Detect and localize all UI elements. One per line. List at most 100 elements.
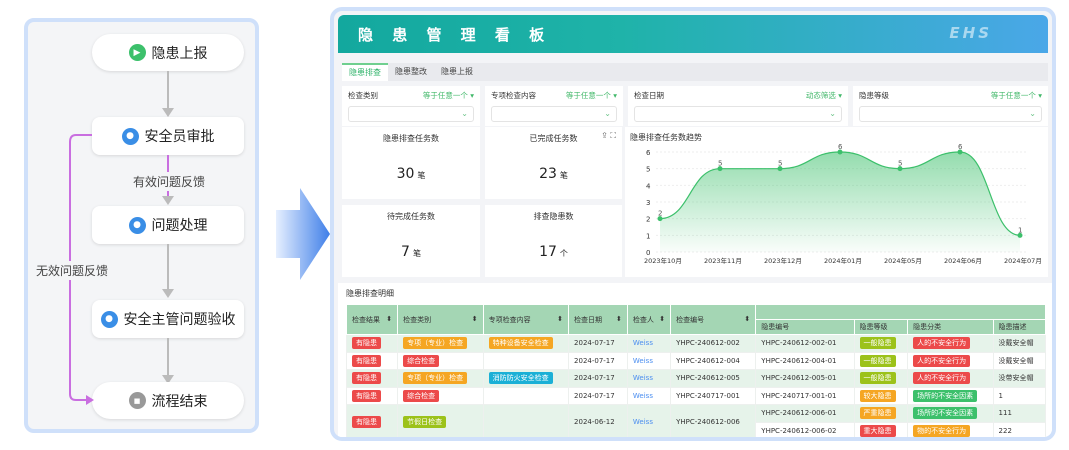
tag: 特种设备安全检查	[488, 337, 553, 350]
tag: 严重隐患	[859, 407, 896, 420]
y-tick-label: 5	[646, 166, 650, 174]
filter-special-content: 专项检查内容 等于任意一个 ▾ ⌄	[485, 86, 623, 126]
inspector-link[interactable]: Weiss	[633, 339, 653, 347]
tag: 人的不安全行为	[913, 337, 971, 350]
column-header[interactable]: 检查类别 ⬍	[397, 304, 484, 335]
column-header[interactable]: 检查编号 ⬍	[670, 304, 757, 335]
y-tick-label: 2	[646, 216, 650, 224]
column-header: 隐患描述	[992, 319, 1047, 335]
tag: 有隐患	[352, 416, 381, 428]
tag: 有隐患	[352, 372, 381, 385]
area-fill	[660, 152, 1020, 252]
tag: 专项（专业）检查	[403, 372, 468, 385]
y-tick-label: 0	[646, 249, 650, 257]
data-label: 6	[958, 143, 963, 151]
column-header[interactable]: 检查日期 ⬍	[568, 304, 628, 335]
tag: 场所的不安全因素	[913, 407, 978, 420]
x-tick-label: 2024年06月	[944, 256, 982, 265]
dashboard-window: 隐 患 管 理 看 板 EHS 隐患排查 隐患整改 隐患上报 检查类别 等于任意一…	[330, 7, 1056, 441]
card-completed-tasks: 已完成任务数 ⇪ ⛶ 23 笔	[485, 127, 622, 199]
table-row[interactable]: 有隐患 节假日检查 2024-06-12 Weiss YHPC-240612-006 YH…	[345, 404, 1047, 437]
tag: 物的不安全行为	[913, 424, 971, 437]
column-header[interactable]: 检查人 ⬍	[626, 304, 672, 335]
tag: 一般隐患	[859, 354, 896, 367]
tag: 场所的不安全因素	[913, 389, 978, 402]
tag: 有隐患	[352, 337, 381, 350]
filter-operator[interactable]: 动态筛选 ▾	[806, 90, 842, 101]
filter-select[interactable]: ⌄	[634, 106, 842, 122]
big-arrow-icon	[276, 188, 330, 280]
filter-category: 检查类别 等于任意一个 ▾ ⌄	[342, 86, 480, 126]
tag: 有隐患	[352, 354, 381, 367]
filter-date: 检查日期 动态筛选 ▾ ⌄	[628, 86, 848, 126]
data-label: 1	[1018, 226, 1022, 234]
filter-operator[interactable]: 等于任意一个 ▾	[566, 90, 617, 101]
filter-operator[interactable]: 等于任意一个 ▾	[423, 90, 474, 101]
inspector-link[interactable]: Weiss	[633, 392, 653, 400]
x-tick-label: 2023年10月	[644, 256, 682, 265]
table-row[interactable]: 有隐患 综合检查 2024-07-17 Weiss YHPC-240717-001 YHP…	[345, 386, 1047, 405]
tag: 重大隐患	[859, 424, 896, 437]
data-label: 5	[718, 160, 722, 168]
x-tick-label: 2024年05月	[884, 256, 922, 265]
share-fullscreen-icons[interactable]: ⇪ ⛶	[601, 131, 616, 141]
detail-table: 检查结果 ⬍ 检查类别 ⬍ 专项检查内容 ⬍ 检查日期 ⬍ 检查人 ⬍ 检查编号 ⬍ 隐患编…	[345, 304, 1047, 437]
tab-bar: 隐患排查 隐患整改 隐患上报	[342, 63, 1048, 81]
column-header: 隐患编号	[755, 319, 855, 335]
page-title: 隐 患 管 理 看 板	[358, 26, 552, 44]
filter-select[interactable]: ⌄	[491, 106, 617, 122]
flow-panel: ▶ 隐患上报 ● 安全员审批 有效问题反馈 ● 问题处理 ● 安全主管问题验收 ■ 流程结…	[24, 18, 259, 433]
tab-inspection[interactable]: 隐患排查	[342, 63, 388, 81]
x-tick-label: 2024年07月	[1004, 256, 1042, 265]
table-row[interactable]: 有隐患 专项（专业）检查 特种设备安全检查 2024-07-17 Weiss YHPC-2…	[345, 334, 1047, 353]
x-tick-label: 2023年11月	[704, 256, 742, 265]
y-tick-label: 4	[646, 182, 651, 190]
inspector-link[interactable]: Weiss	[633, 418, 653, 426]
data-label: 2	[658, 210, 662, 218]
tag: 一般隐患	[859, 372, 896, 385]
x-tick-label: 2024年01月	[824, 256, 862, 265]
data-label: 6	[838, 143, 843, 151]
column-header[interactable]: 专项检查内容 ⬍	[482, 304, 570, 335]
column-header: 隐患分类	[907, 319, 994, 335]
column-header[interactable]: 检查结果 ⬍	[345, 304, 399, 335]
invalid-feedback-label: 无效问题反馈	[34, 261, 111, 280]
tag: 综合检查	[403, 354, 440, 367]
invalid-feedback-loop	[69, 134, 94, 405]
y-tick-label: 1	[646, 232, 650, 240]
filter-level: 隐患等级 等于任意一个 ▾ ⌄	[853, 86, 1048, 126]
inspector-link[interactable]: Weiss	[633, 374, 653, 382]
tag: 人的不安全行为	[913, 372, 971, 385]
tag: 专项（专业）检查	[403, 337, 468, 350]
card-pending-tasks: 待完成任务数 7 笔	[342, 205, 480, 277]
card-hazard-count: 排查隐患数 17 个	[485, 205, 622, 277]
table-row[interactable]: 有隐患 综合检查 2024-07-17 Weiss YHPC-240612-004 YHP…	[345, 351, 1047, 370]
tab-report[interactable]: 隐患上报	[434, 63, 480, 81]
x-tick-label: 2023年12月	[764, 256, 802, 265]
data-label: 5	[898, 160, 902, 168]
column-group-header	[755, 304, 1046, 320]
tag: 人的不安全行为	[913, 354, 971, 367]
card-total-tasks: 隐患排查任务数 30 笔	[342, 127, 480, 199]
table-row[interactable]: 有隐患 专项（专业）检查 消防防火安全检查 2024-07-17 Weiss YHPC-2…	[345, 369, 1047, 388]
tag: 综合检查	[403, 389, 440, 402]
data-label: 5	[778, 160, 782, 168]
filter-select[interactable]: ⌄	[859, 106, 1042, 122]
tag: 消防防火安全检查	[488, 372, 553, 385]
table-title: 隐患排查明细	[346, 289, 394, 298]
y-tick-label: 3	[646, 199, 650, 207]
detail-table-section: 隐患排查明细 检查结果 ⬍ 检查类别 ⬍ 专项检查内容 ⬍ 检查日期 ⬍ 检查人 ⬍ 检查…	[338, 283, 1052, 437]
y-tick-label: 6	[646, 149, 651, 157]
dashboard-header: 隐 患 管 理 看 板 EHS	[338, 15, 1048, 53]
column-header: 隐患等级	[853, 319, 909, 335]
tab-rectification[interactable]: 隐患整改	[388, 63, 434, 81]
tag: 较大隐患	[859, 389, 896, 402]
tag: 有隐患	[352, 389, 381, 402]
inspector-link[interactable]: Weiss	[633, 357, 653, 365]
tag: 一般隐患	[859, 337, 896, 350]
tag: 节假日检查	[403, 416, 447, 428]
trend-chart: 隐患排查任务数趋势 0 1 2 3 4 5 6 2 2023年10月 5 2023年11月 5 2023…	[625, 127, 1048, 277]
filter-operator[interactable]: 等于任意一个 ▾	[991, 90, 1042, 101]
filter-select[interactable]: ⌄	[348, 106, 474, 122]
ehs-logo: EHS	[949, 24, 992, 42]
